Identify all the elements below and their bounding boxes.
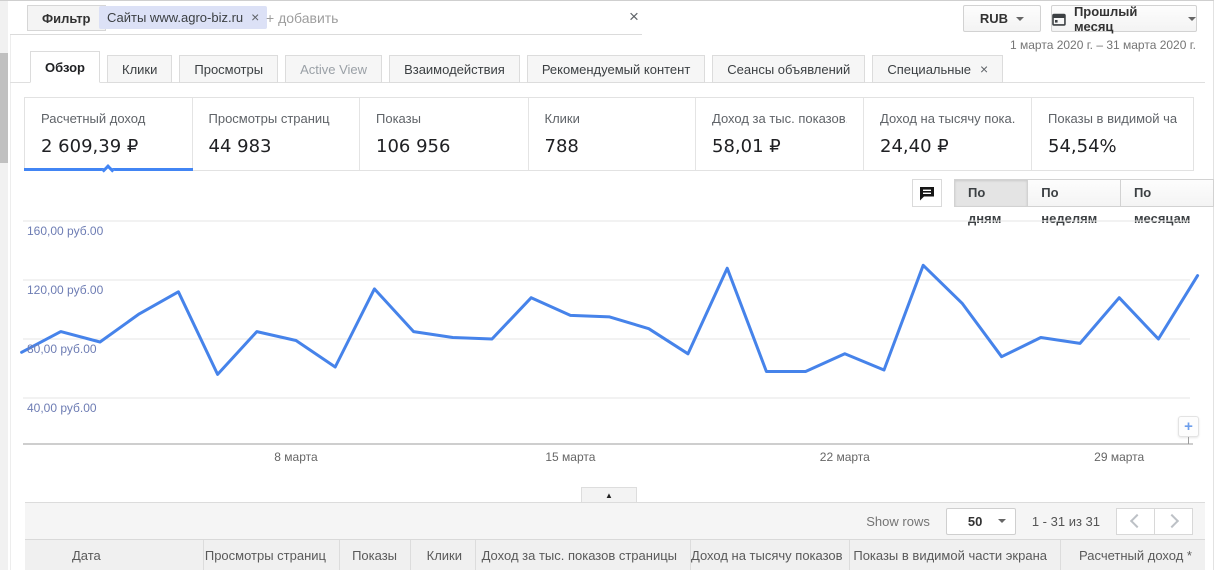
filter-toolbar: Фильтр Сайты www.agro-biz.ru × + добавит… bbox=[10, 1, 642, 35]
table-toolbar: Show rows 50 1 - 31 из 31 bbox=[25, 502, 1205, 539]
tab-custom[interactable]: Специальные × bbox=[872, 55, 1004, 83]
site-filter-chip[interactable]: Сайты www.agro-biz.ru × bbox=[99, 6, 268, 29]
granularity-by-week[interactable]: По неделям bbox=[1027, 179, 1121, 226]
column-header-page-views[interactable]: Просмотры страниц bbox=[203, 540, 339, 570]
column-header-estimated-revenue[interactable]: Расчетный доход * bbox=[1060, 540, 1205, 570]
metric-card-page-views[interactable]: Просмотры страниц 44 983 bbox=[193, 98, 360, 170]
site-filter-chip-label: Сайты www.agro-biz.ru bbox=[107, 10, 244, 25]
y-axis-tick-label: 80,00 руб.00 bbox=[27, 342, 97, 356]
report-tabs: Обзор Клики Просмотры Active View Взаимо… bbox=[10, 51, 1205, 83]
chart-zoom-stem bbox=[1188, 437, 1189, 444]
metric-card-page-rpm[interactable]: Доход за тыс. показов... 58,01 ₽ bbox=[696, 98, 864, 170]
metric-card-impressions[interactable]: Показы 106 956 bbox=[360, 98, 529, 170]
left-scrollbar[interactable] bbox=[0, 1, 8, 570]
column-header-viewability[interactable]: Показы в видимой части экрана bbox=[849, 540, 1060, 570]
column-header-impressions[interactable]: Показы bbox=[339, 540, 410, 570]
pagination bbox=[1116, 507, 1193, 535]
currency-dropdown[interactable]: RUB bbox=[963, 5, 1041, 32]
y-axis-tick-label: 120,00 руб.00 bbox=[27, 283, 104, 297]
chevron-down-icon bbox=[1016, 16, 1025, 21]
metric-card-viewability[interactable]: Показы в видимой ча... 54,54% bbox=[1032, 98, 1193, 170]
x-axis-tick-label: 8 марта bbox=[274, 450, 318, 464]
x-axis-tick-label: 22 марта bbox=[819, 450, 870, 464]
filter-button[interactable]: Фильтр bbox=[27, 5, 106, 31]
tab-close-icon[interactable]: × bbox=[980, 56, 988, 83]
chevron-right-icon bbox=[1164, 513, 1180, 529]
annotations-button[interactable] bbox=[912, 179, 942, 207]
currency-label: RUB bbox=[979, 11, 1009, 26]
pagination-range-text: 1 - 31 из 31 bbox=[1031, 513, 1100, 529]
scrollbar-thumb[interactable] bbox=[0, 53, 8, 163]
prev-page-button[interactable] bbox=[1116, 507, 1155, 535]
tab-overview[interactable]: Обзор bbox=[30, 51, 100, 83]
collapse-table-button[interactable]: ▲ bbox=[581, 487, 637, 502]
chevron-down-icon bbox=[1188, 16, 1196, 21]
column-header-page-rpm[interactable]: Доход за тыс. показов страницы bbox=[475, 540, 690, 570]
metric-card-estimated-revenue[interactable]: Расчетный доход 2 609,39 ₽ bbox=[24, 98, 193, 177]
selected-card-caret bbox=[101, 164, 115, 177]
y-axis-tick-label: 160,00 руб.00 bbox=[27, 224, 104, 238]
content-left-border bbox=[10, 1, 11, 570]
tab-ad-sessions[interactable]: Сеансы объявлений bbox=[712, 55, 866, 83]
date-range-dropdown[interactable]: Прошлый месяц bbox=[1051, 3, 1197, 34]
granularity-by-day[interactable]: По дням bbox=[954, 179, 1029, 226]
chart-area: 160,00 руб.00 120,00 руб.00 80,00 руб.00 40… bbox=[0, 1, 1214, 570]
clear-filters-icon[interactable]: × bbox=[622, 5, 646, 29]
metric-cards-row: Расчетный доход 2 609,39 ₽ Просмотры стр… bbox=[24, 97, 1194, 177]
tab-active-view[interactable]: Active View bbox=[285, 55, 383, 83]
tab-interactions[interactable]: Взаимодействия bbox=[389, 55, 520, 83]
tab-recommended-content[interactable]: Рекомендуемый контент bbox=[526, 55, 706, 83]
chevron-down-icon bbox=[997, 519, 1006, 523]
granularity-toggle: По дням По неделям По месяцам bbox=[954, 179, 1214, 226]
revenue-line-chart bbox=[20, 220, 1200, 445]
adsense-report-page: Фильтр Сайты www.agro-biz.ru × + добавит… bbox=[0, 0, 1214, 570]
tab-clicks[interactable]: Клики bbox=[107, 55, 173, 83]
comment-icon bbox=[920, 186, 934, 200]
table-header-row: Дата Просмотры страниц Показы Клики Дохо… bbox=[25, 539, 1205, 570]
granularity-by-month[interactable]: По месяцам bbox=[1119, 179, 1214, 226]
chip-close-icon[interactable]: × bbox=[251, 6, 259, 29]
column-header-date[interactable]: Дата bbox=[25, 540, 203, 570]
tab-views[interactable]: Просмотры bbox=[179, 55, 279, 83]
metric-card-clicks[interactable]: Клики 788 bbox=[529, 98, 696, 170]
period-label: Прошлый месяц bbox=[1073, 3, 1138, 34]
add-filter-placeholder[interactable]: + добавить bbox=[266, 6, 338, 30]
column-header-clicks[interactable]: Клики bbox=[410, 540, 475, 570]
next-page-button[interactable] bbox=[1154, 507, 1193, 535]
chevron-left-icon bbox=[1129, 513, 1145, 529]
date-range-text: 1 марта 2020 г. – 31 марта 2020 г. bbox=[1010, 38, 1196, 52]
chart-zoom-plus-button[interactable]: + bbox=[1178, 416, 1199, 437]
x-axis-tick-label: 15 марта bbox=[545, 450, 596, 464]
calendar-icon bbox=[1052, 13, 1066, 26]
x-axis-tick-label: 29 марта bbox=[1094, 450, 1145, 464]
y-axis-tick-label: 40,00 руб.00 bbox=[27, 401, 97, 415]
metric-card-impression-rpm[interactable]: Доход на тысячу пока... 24,40 ₽ bbox=[864, 98, 1032, 170]
show-rows-label: Show rows bbox=[866, 513, 930, 529]
column-header-impression-rpm[interactable]: Доход на тысячу показов bbox=[690, 540, 849, 570]
rows-per-page-dropdown[interactable]: 50 bbox=[945, 507, 1016, 535]
